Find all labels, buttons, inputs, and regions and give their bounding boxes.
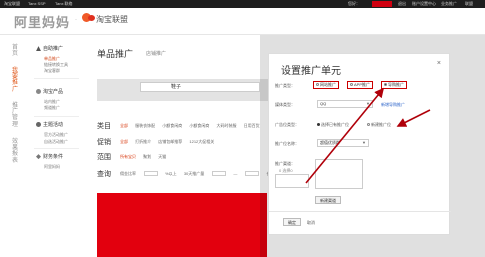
annotation-arrow-2: [396, 109, 431, 127]
annotation-arrows: [305, 87, 431, 184]
annotation-arrow-1: [305, 87, 385, 184]
